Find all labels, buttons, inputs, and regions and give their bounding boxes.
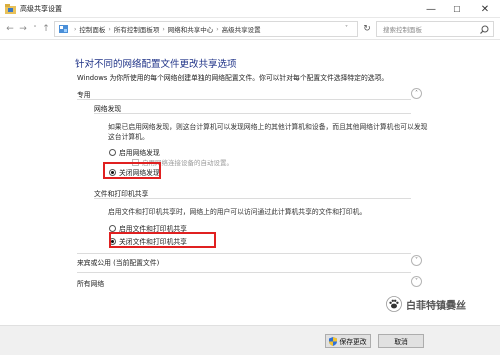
breadcrumb-separator: › — [162, 25, 165, 33]
up-button[interactable]: ↑ — [40, 22, 52, 36]
cancel-button[interactable]: 取消 — [378, 334, 424, 348]
radio-button[interactable] — [109, 148, 116, 156]
file-sharing-text: 启用文件和打印机共享时，网络上的用户可以访问通过此计算机共享的文件和打印机。 — [108, 208, 367, 216]
page-description: Windows 为你所使用的每个网络创建单独的网络配置文件。你可以针对每个配置文… — [77, 74, 389, 82]
cancel-label: 取消 — [394, 338, 408, 346]
maximize-button[interactable]: ☐ — [444, 0, 470, 18]
collapse-private-icon[interactable]: ˄ — [411, 88, 422, 99]
breadcrumb-separator: › — [74, 25, 77, 33]
network-discovery-title: 网络发现 — [94, 105, 122, 113]
title-bar: 高级共享设置 — ☐ ✕ — [0, 0, 500, 18]
divider — [94, 198, 411, 199]
file-sharing-title: 文件和打印机共享 — [94, 190, 149, 198]
breadcrumb-advanced-sharing[interactable]: 高级共享设置 — [222, 24, 261, 34]
close-button[interactable]: ✕ — [472, 0, 498, 18]
window-title: 高级共享设置 — [20, 5, 62, 13]
profile-private-label[interactable]: 专用 — [77, 89, 91, 99]
back-button[interactable]: ← — [4, 22, 16, 36]
divider — [77, 253, 411, 254]
control-panel-icon — [59, 25, 68, 33]
watermark-text: 白菲特镇爨丝 — [406, 300, 466, 312]
radio-label: 启用网络发现 — [119, 149, 160, 157]
radio-enable-network-discovery[interactable]: 启用网络发现 — [109, 147, 160, 157]
radio-button[interactable] — [109, 224, 116, 232]
highlight-box — [109, 232, 216, 248]
breadcrumb-separator: › — [108, 25, 111, 33]
minimize-button[interactable]: — — [418, 0, 444, 18]
watermark: 白菲特镇爨丝 — [386, 296, 466, 312]
profile-all-label[interactable]: 所有网络 — [77, 278, 104, 288]
breadcrumb-all-items[interactable]: 所有控制面板项 — [114, 24, 160, 34]
highlight-box — [103, 162, 161, 179]
network-folder-icon — [5, 4, 16, 14]
search-input[interactable]: 搜索控制面板 — [376, 21, 494, 37]
expand-guest-icon[interactable]: ˅ — [411, 255, 422, 266]
address-dropdown-icon[interactable]: ˅ — [345, 25, 348, 32]
search-placeholder: 搜索控制面板 — [383, 26, 422, 34]
search-icon — [480, 25, 489, 34]
forward-button[interactable]: → — [17, 22, 29, 36]
expand-all-icon[interactable]: ˅ — [411, 276, 422, 287]
divider — [77, 272, 411, 273]
breadcrumb[interactable]: › 控制面板 › 所有控制面板项 › 网络和共享中心 › 高级共享设置 — [54, 21, 358, 37]
network-discovery-text: 如果已启用网络发现，则这台计算机可以发现网络上的其他计算机和设备，而且其他网络计… — [108, 123, 428, 141]
breadcrumb-separator: › — [216, 25, 219, 33]
address-bar: ← → ˅ ↑ › 控制面板 › 所有控制面板项 › 网络和共享中心 › 高级共… — [0, 18, 500, 40]
footer-bar: 保存更改 取消 — [0, 325, 500, 355]
paw-icon — [386, 296, 402, 312]
save-changes-button[interactable]: 保存更改 — [325, 334, 371, 348]
breadcrumb-network-center[interactable]: 网络和共享中心 — [168, 24, 214, 34]
main-content: 针对不同的网络配置文件更改共享选项 Windows 为你所使用的每个网络创建单独… — [0, 40, 500, 325]
uac-shield-icon — [329, 336, 338, 346]
save-label: 保存更改 — [339, 338, 367, 346]
refresh-button[interactable]: ↻ — [360, 22, 374, 36]
breadcrumb-control-panel[interactable]: 控制面板 — [79, 24, 105, 34]
page-title: 针对不同的网络配置文件更改共享选项 — [75, 59, 237, 70]
divider — [77, 99, 411, 100]
divider — [94, 113, 411, 114]
profile-guest-label[interactable]: 来宾或公用 (当前配置文件) — [77, 257, 159, 267]
